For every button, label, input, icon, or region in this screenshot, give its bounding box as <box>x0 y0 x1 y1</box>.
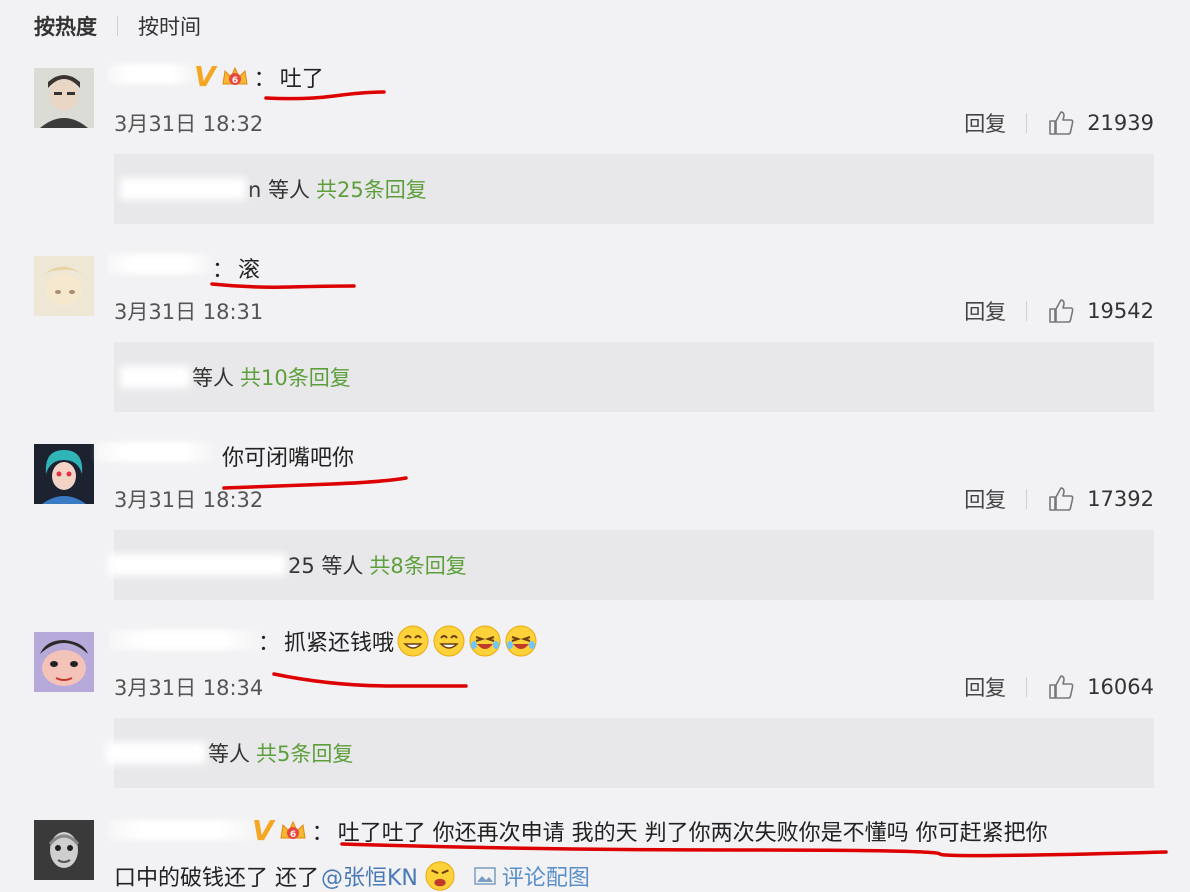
reply-summary[interactable]: 等人 共5条回复 <box>106 718 1154 788</box>
thumb-up-icon[interactable] <box>1047 297 1075 325</box>
like-count: 19542 <box>1087 299 1154 323</box>
comment-picture-link[interactable]: 评论配图 <box>474 860 590 892</box>
comment-time: 3月31日 18:32 <box>114 112 264 136</box>
red-underline <box>210 282 356 289</box>
action-divider <box>1026 677 1028 697</box>
svg-text:6: 6 <box>232 76 238 86</box>
thumb-up-icon[interactable] <box>1047 109 1075 137</box>
username-redacted[interactable] <box>96 442 214 462</box>
comment-text: 你可闭嘴吧你 <box>222 446 355 471</box>
reply-count-link[interactable]: 共25条回复 <box>316 174 427 204</box>
comment-time: 3月31日 18:32 <box>114 488 264 512</box>
thumb-up-icon[interactable] <box>1047 673 1075 701</box>
username-redacted[interactable] <box>108 820 256 840</box>
action-divider <box>1026 489 1028 509</box>
sort-bar: 按热度 按时间 <box>34 10 201 42</box>
avatar[interactable] <box>34 820 94 880</box>
angry-emoji-icon <box>425 861 455 891</box>
reply-names-redacted <box>120 366 190 388</box>
vip-v-icon: V <box>194 60 216 93</box>
reply-prefix: 等人 <box>192 366 234 390</box>
reply-names-redacted <box>106 742 206 764</box>
username-redacted[interactable] <box>108 64 194 84</box>
avatar[interactable] <box>34 444 94 504</box>
mention-link[interactable]: @张恒KN <box>321 860 418 892</box>
laugh-cry-emoji-icon <box>505 625 537 657</box>
reply-button[interactable]: 回复 <box>964 672 1006 702</box>
smile-emoji-icon <box>433 625 465 657</box>
action-divider <box>1026 113 1028 133</box>
red-underline <box>272 672 468 688</box>
reply-prefix: 等人 <box>208 742 250 766</box>
avatar[interactable] <box>34 632 94 692</box>
crown-icon: 6 <box>280 820 306 840</box>
comment-time: 3月31日 18:31 <box>114 300 264 324</box>
reply-prefix: 25 等人 <box>288 554 364 578</box>
action-divider <box>1026 301 1028 321</box>
picture-link-label: 评论配图 <box>501 866 590 891</box>
reply-names-redacted <box>120 178 246 200</box>
reply-button[interactable]: 回复 <box>964 108 1006 138</box>
comment-text-line2: 口中的破钱还了 还了 <box>114 866 319 891</box>
reply-summary[interactable]: 25 等人 共8条回复 <box>108 530 1154 600</box>
username-redacted[interactable] <box>110 630 260 650</box>
sort-divider <box>117 16 118 36</box>
reply-button[interactable]: 回复 <box>964 484 1006 514</box>
reply-count-link[interactable]: 共5条回复 <box>256 738 353 768</box>
reply-summary[interactable]: 等人 共10条回复 <box>114 342 1154 412</box>
sort-by-hot[interactable]: 按热度 <box>34 11 97 41</box>
picture-icon <box>474 867 496 885</box>
comment-time: 3月31日 18:34 <box>114 676 264 700</box>
reply-prefix: n 等人 <box>248 178 310 202</box>
vip-v-icon: V <box>252 814 274 847</box>
colon: ： <box>258 631 281 656</box>
sort-by-time[interactable]: 按时间 <box>138 11 201 41</box>
thumb-up-icon[interactable] <box>1047 485 1075 513</box>
like-count: 16064 <box>1087 675 1154 699</box>
comment-text: 抓紧还钱哦 <box>284 631 395 656</box>
reply-button[interactable]: 回复 <box>964 296 1006 326</box>
red-underline <box>264 90 386 101</box>
reply-count-link[interactable]: 共8条回复 <box>369 550 466 580</box>
like-count: 17392 <box>1087 487 1154 511</box>
reply-names-redacted <box>108 554 286 576</box>
avatar[interactable] <box>34 68 94 128</box>
red-underline <box>340 842 1168 858</box>
laugh-cry-emoji-icon <box>469 625 501 657</box>
smile-emoji-icon <box>397 625 429 657</box>
avatar[interactable] <box>34 256 94 316</box>
like-count: 21939 <box>1087 111 1154 135</box>
username-redacted[interactable] <box>108 254 212 274</box>
reply-count-link[interactable]: 共10条回复 <box>240 362 351 392</box>
svg-text:6: 6 <box>290 830 296 840</box>
colon: ： <box>311 820 334 846</box>
crown-icon: 6 <box>222 66 248 86</box>
reply-summary[interactable]: n 等人 共25条回复 <box>114 154 1154 224</box>
